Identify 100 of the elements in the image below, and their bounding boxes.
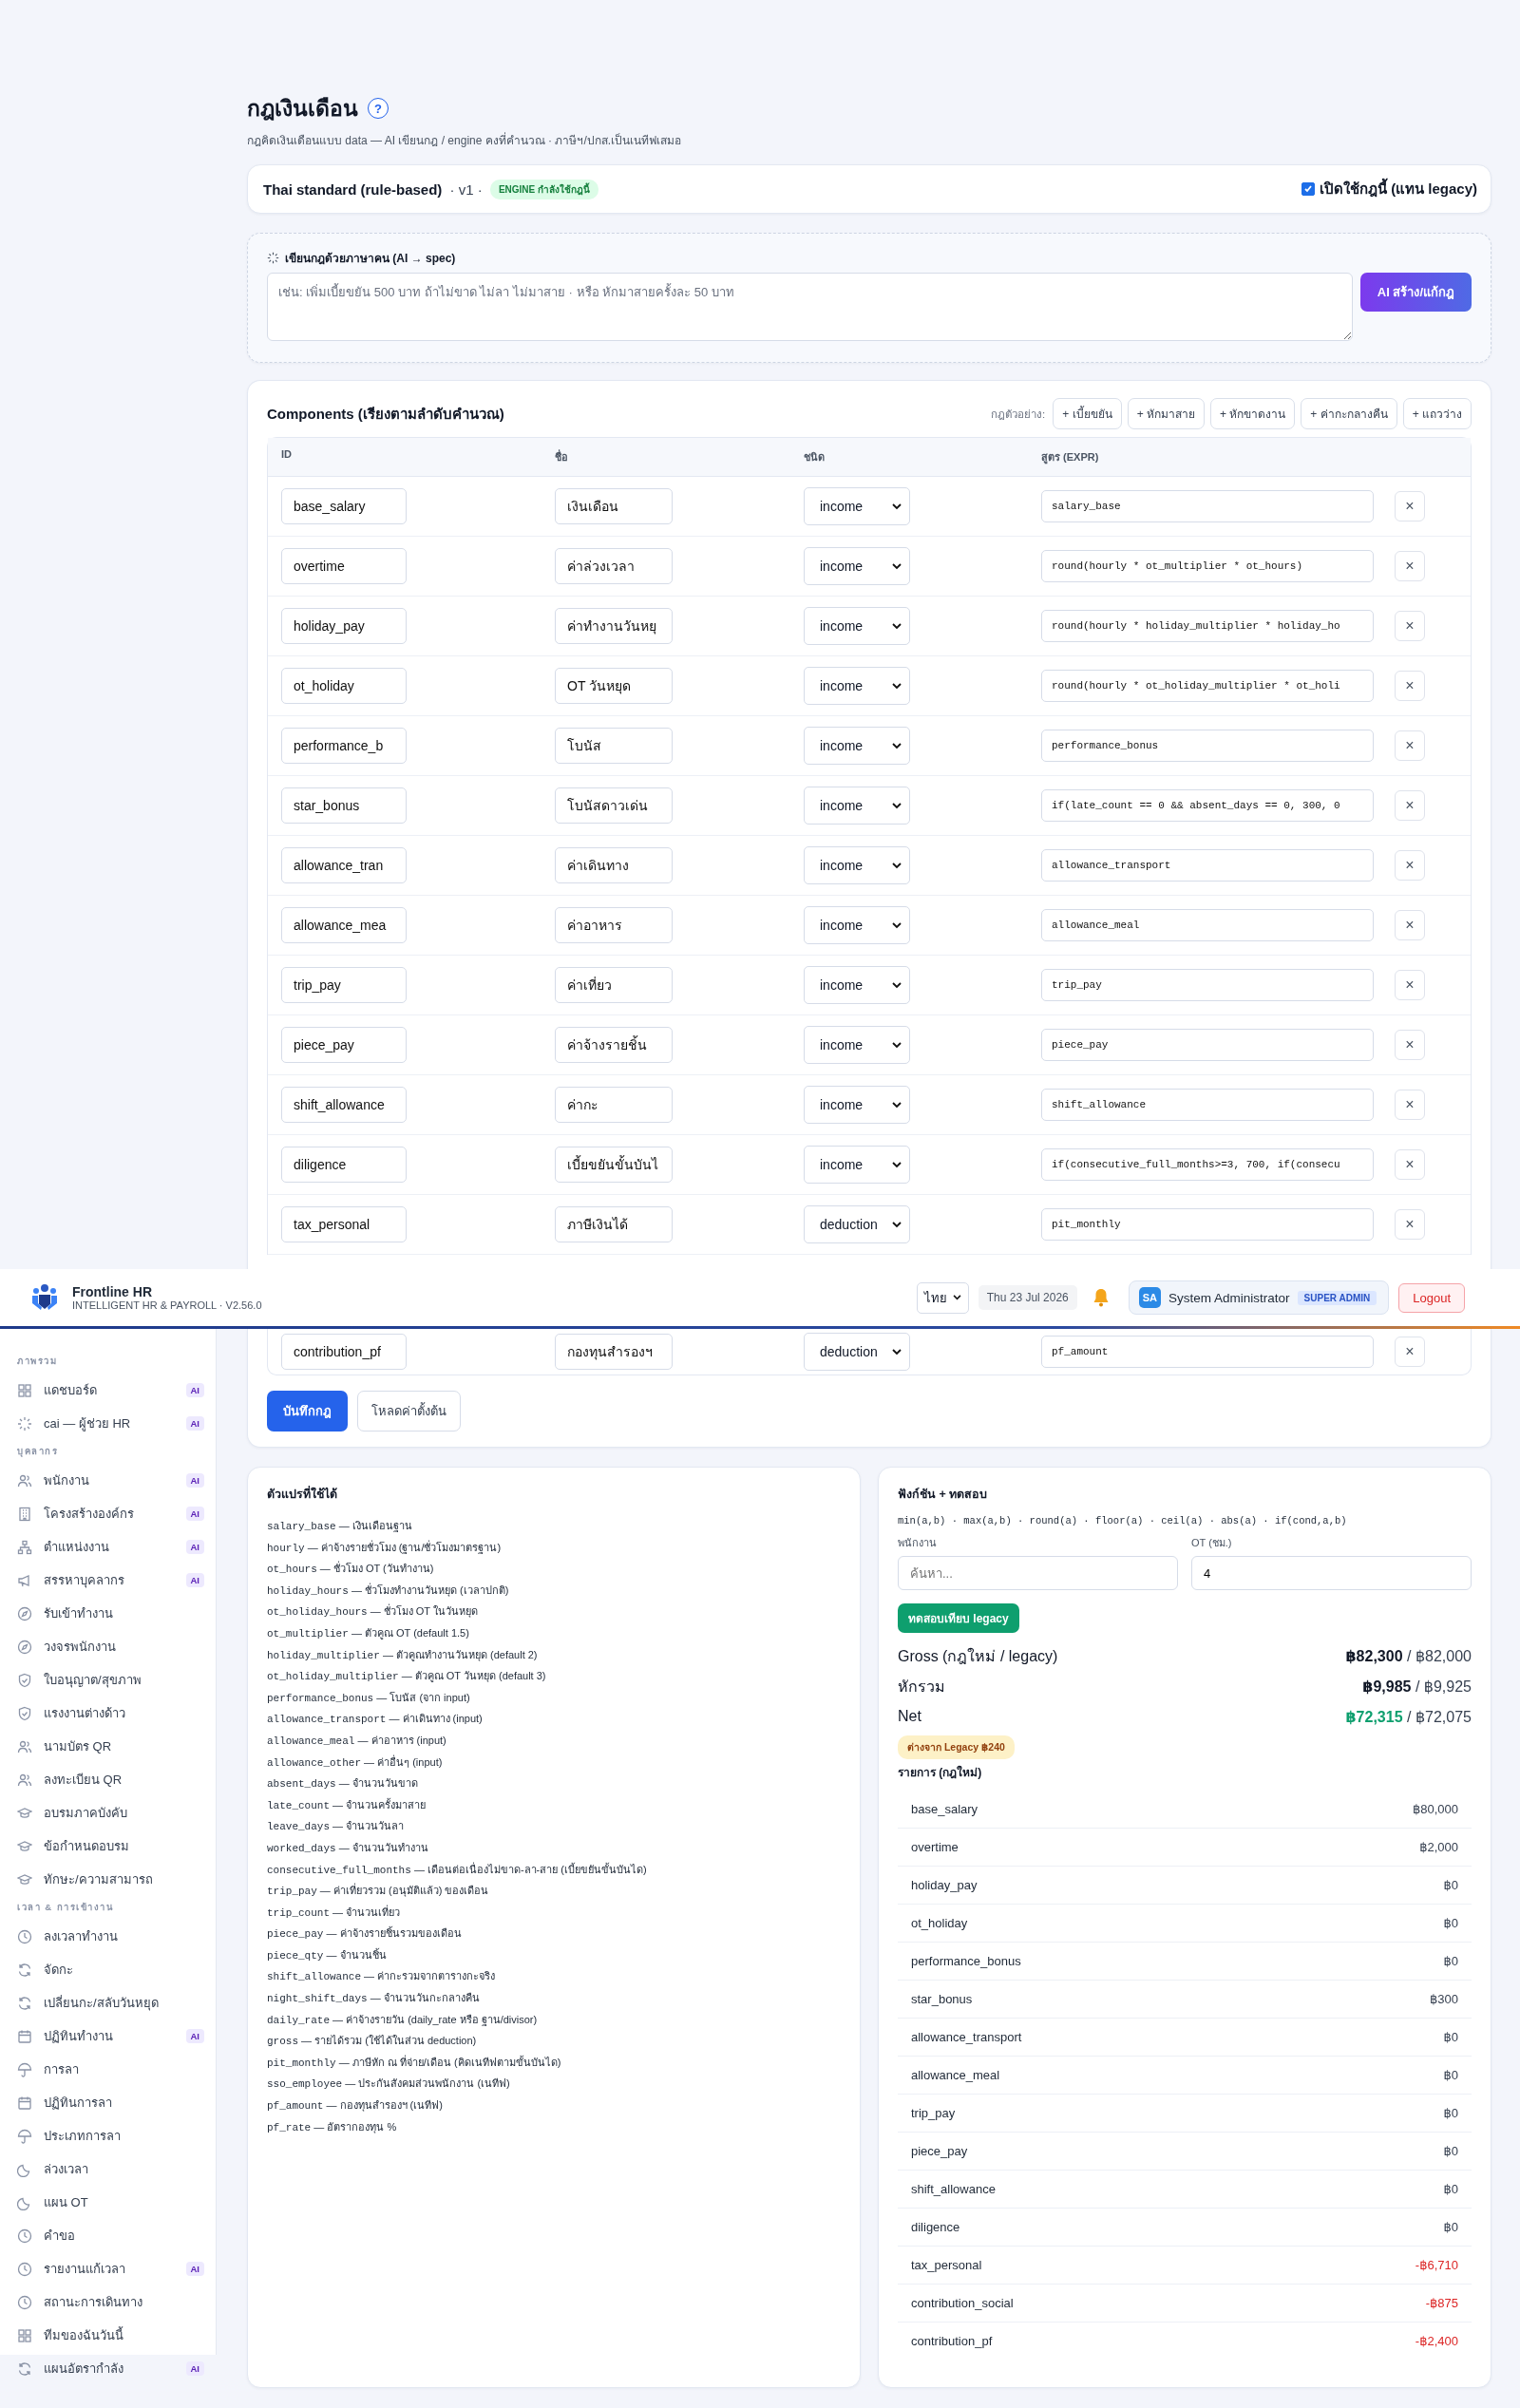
remove-button[interactable]: ×	[1395, 671, 1425, 701]
type-select[interactable]: income	[804, 607, 910, 645]
example-rule-button[interactable]: + ค่ากะกลางคืน	[1301, 398, 1397, 429]
component-id-field[interactable]: holiday_pay	[281, 608, 407, 644]
component-id-field[interactable]: piece_pay	[281, 1027, 407, 1063]
remove-button[interactable]: ×	[1395, 1209, 1425, 1240]
sidebar-item[interactable]: แดชบอร์ด AI	[17, 1374, 204, 1407]
sidebar-item[interactable]: ทักษะ/ความสามารถ	[17, 1863, 204, 1896]
component-name-field[interactable]: ค่าเดินทาง	[555, 847, 673, 883]
remove-button[interactable]: ×	[1395, 1149, 1425, 1180]
enable-rule-checkbox[interactable]: เปิดใช้กฎนี้ (แทน legacy)	[1301, 178, 1477, 200]
remove-button[interactable]: ×	[1395, 970, 1425, 1000]
sidebar-item[interactable]: การลา	[17, 2053, 204, 2086]
help-button[interactable]: ?	[368, 98, 389, 119]
component-name-field[interactable]: เบี้ยขยันขั้นบันไ	[555, 1147, 673, 1183]
formula-field[interactable]: shift_allowance	[1041, 1089, 1374, 1121]
formula-field[interactable]: piece_pay	[1041, 1029, 1374, 1061]
sidebar-item[interactable]: นามบัตร QR	[17, 1730, 204, 1763]
remove-button[interactable]: ×	[1395, 1030, 1425, 1060]
sidebar-item[interactable]: คำขอ	[17, 2219, 204, 2252]
sidebar-item[interactable]: แผนอัตรากำลัง AI	[17, 2352, 204, 2385]
save-rule-button[interactable]: บันทึกกฎ	[267, 1391, 348, 1432]
load-defaults-button[interactable]: โหลดค่าตั้งต้น	[357, 1391, 461, 1432]
sidebar-item[interactable]: สถานะการเดินทาง	[17, 2285, 204, 2319]
component-id-field[interactable]: diligence	[281, 1147, 407, 1183]
sidebar-item[interactable]: รับเข้าทำงาน	[17, 1597, 204, 1630]
component-id-field[interactable]: contribution_pf	[281, 1334, 407, 1370]
sidebar-item[interactable]: เปลี่ยนกะ/สลับวันหยุด	[17, 1986, 204, 2019]
type-select[interactable]: income	[804, 906, 910, 944]
example-rule-button[interactable]: + หักขาดงาน	[1209, 398, 1296, 429]
component-id-field[interactable]: shift_allowance	[281, 1087, 407, 1123]
sidebar-item[interactable]: ประเภทการลา	[17, 2119, 204, 2152]
formula-field[interactable]: trip_pay	[1041, 969, 1374, 1001]
sidebar-item[interactable]: ปฏิทินทำงาน AI	[17, 2019, 204, 2053]
sidebar-item[interactable]: โครงสร้างองค์กร AI	[17, 1497, 204, 1530]
formula-field[interactable]: allowance_transport	[1041, 849, 1374, 882]
sidebar-item[interactable]: cai — ผู้ช่วย HR AI	[17, 1407, 204, 1440]
component-name-field[interactable]: OT วันหยุด	[555, 668, 673, 704]
formula-field[interactable]: if(consecutive_full_months>=3, 700, if(consecu	[1041, 1148, 1374, 1181]
remove-button[interactable]: ×	[1395, 850, 1425, 881]
sidebar-item[interactable]: จัดกะ	[17, 1953, 204, 1986]
component-id-field[interactable]: ot_holiday	[281, 668, 407, 704]
sidebar-item[interactable]: ทีมของฉันวันนี้	[17, 2319, 204, 2352]
component-name-field[interactable]: กองทุนสำรองฯ	[555, 1334, 673, 1370]
formula-field[interactable]: pit_monthly	[1041, 1208, 1374, 1241]
component-name-field[interactable]: ค่าเที่ยว	[555, 967, 673, 1003]
component-name-field[interactable]: ค่าอาหาร	[555, 907, 673, 943]
remove-button[interactable]: ×	[1395, 491, 1425, 521]
sidebar-item[interactable]: ลงทะเบียน QR	[17, 1763, 204, 1796]
type-select[interactable]: income	[804, 727, 910, 765]
language-select[interactable]: ไทย	[916, 1281, 969, 1314]
remove-button[interactable]: ×	[1395, 910, 1425, 940]
component-name-field[interactable]: ภาษีเงินได้	[555, 1206, 673, 1242]
component-name-field[interactable]: โบนัสดาวเด่น	[555, 787, 673, 824]
type-select[interactable]: income	[804, 547, 910, 585]
checkbox[interactable]	[1301, 182, 1315, 196]
ot-hours-field[interactable]: 4	[1191, 1556, 1472, 1590]
component-id-field[interactable]: tax_personal	[281, 1206, 407, 1242]
rule-prompt-field[interactable]: เช่น: เพิ่มเบี้ยขยัน 500 บาท ถ้าไม่ขาด ไม่ลา ไม่มาสาย · หรือ หักมาสายครั้งละ 50 บาท	[267, 273, 1353, 341]
remove-button[interactable]: ×	[1395, 730, 1425, 761]
type-select[interactable]: income	[804, 966, 910, 1004]
remove-button[interactable]: ×	[1395, 790, 1425, 821]
type-select[interactable]: income	[804, 667, 910, 705]
type-select[interactable]: income	[804, 846, 910, 884]
user-menu[interactable]: SA System Administrator SUPER ADMIN	[1128, 1280, 1390, 1315]
remove-button[interactable]: ×	[1395, 1337, 1425, 1367]
component-id-field[interactable]: performance_b	[281, 728, 407, 764]
type-select[interactable]: deduction	[804, 1333, 910, 1371]
ai-generate-button[interactable]: AI สร้าง/แก้กฎ	[1359, 273, 1472, 312]
formula-field[interactable]: round(hourly * ot_multiplier * ot_hours)	[1041, 550, 1374, 582]
sidebar-item[interactable]: วงจรพนักงาน	[17, 1630, 204, 1663]
component-name-field[interactable]: โบนัส	[555, 728, 673, 764]
remove-button[interactable]: ×	[1395, 1090, 1425, 1120]
sidebar-item[interactable]: พนักงาน AI	[17, 1464, 204, 1497]
type-select[interactable]: income	[804, 487, 910, 525]
component-name-field[interactable]: เงินเดือน	[555, 488, 673, 524]
sidebar-item[interactable]: ปฏิทินการลา	[17, 2086, 204, 2119]
sidebar-item[interactable]: ลงเวลาทำงาน	[17, 1920, 204, 1953]
sidebar-item[interactable]: ข้อกำหนดอบรม	[17, 1830, 204, 1863]
example-rule-button[interactable]: + หักมาสาย	[1127, 398, 1205, 429]
type-select[interactable]: income	[804, 787, 910, 825]
sidebar-item[interactable]: ล่วงเวลา	[17, 2152, 204, 2186]
formula-field[interactable]: round(hourly * holiday_multiplier * holiday_ho	[1041, 610, 1374, 642]
logout-button[interactable]: Logout	[1398, 1282, 1465, 1313]
component-id-field[interactable]: star_bonus	[281, 787, 407, 824]
sidebar-item[interactable]: ใบอนุญาต/สุขภาพ	[17, 1663, 204, 1697]
formula-field[interactable]: performance_bonus	[1041, 730, 1374, 762]
employee-search-field[interactable]: ค้นหา...	[898, 1556, 1178, 1590]
component-id-field[interactable]: overtime	[281, 548, 407, 584]
type-select[interactable]: income	[804, 1086, 910, 1124]
formula-field[interactable]: pf_amount	[1041, 1336, 1374, 1368]
sidebar-item[interactable]: แรงงานต่างด้าว	[17, 1697, 204, 1730]
formula-field[interactable]: allowance_meal	[1041, 909, 1374, 941]
formula-field[interactable]: round(hourly * ot_holiday_multiplier * ot_holi	[1041, 670, 1374, 702]
sidebar-item[interactable]: อบรมภาคบังคับ	[17, 1796, 204, 1830]
component-id-field[interactable]: base_salary	[281, 488, 407, 524]
example-rule-button[interactable]: + เบี้ยขยัน	[1053, 398, 1122, 429]
component-name-field[interactable]: ค่าจ้างรายชิ้น	[555, 1027, 673, 1063]
sidebar-item[interactable]: รายงานแก้เวลา AI	[17, 2252, 204, 2285]
component-id-field[interactable]: allowance_tran	[281, 847, 407, 883]
